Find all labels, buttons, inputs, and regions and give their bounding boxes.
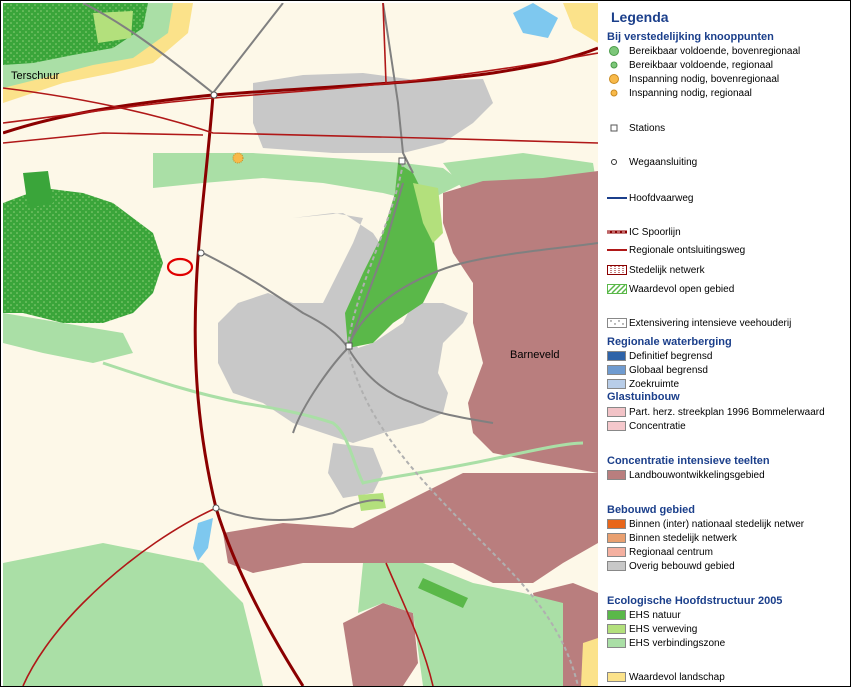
legend-panel: Legenda Bij verstedelijking knooppunten … <box>601 3 850 686</box>
legend-item: Extensivering intensieve veehouderij <box>607 316 791 330</box>
legend-item: Zoekruimte <box>607 377 679 391</box>
landscape-area-south <box>581 638 598 686</box>
waterway-line-icon <box>607 192 629 204</box>
color-swatch <box>607 672 626 682</box>
color-swatch <box>607 470 626 480</box>
color-swatch <box>607 547 626 557</box>
legend-item: Binnen stedelijk netwerk <box>607 531 737 545</box>
legend-item: Bereikbaar voldoende, regionaal <box>607 58 773 72</box>
legend-item: Inspanning nodig, regionaal <box>607 86 752 100</box>
regional-road-line-icon <box>607 244 629 256</box>
legend-item: Stedelijk netwerk <box>607 263 705 277</box>
color-swatch <box>607 407 626 417</box>
map-frame: Terschuur Barneveld Legenda Bij verstede… <box>0 0 851 687</box>
legend-section-waterberging: Regionale waterberging <box>607 336 732 348</box>
color-swatch <box>607 610 626 620</box>
urban-network-hatch-icon <box>607 264 629 276</box>
junction-circle-icon <box>607 156 629 168</box>
legend-item: Hoofdvaarweg <box>607 191 693 205</box>
orange-dot-large-icon <box>607 73 629 85</box>
legend-item: Wegaansluiting <box>607 155 697 169</box>
station-north <box>398 157 406 165</box>
color-swatch <box>607 421 626 431</box>
color-swatch <box>607 351 626 361</box>
color-swatch <box>607 519 626 529</box>
legend-item: Regionale ontsluitingsweg <box>607 243 745 257</box>
legend-item: EHS verbindingszone <box>607 636 725 650</box>
junction-north <box>210 91 218 99</box>
legend-section-teelten: Concentratie intensieve teelten <box>607 455 770 467</box>
legend-item: Waardevol landschap <box>607 670 725 684</box>
legend-item: Bereikbaar voldoende, bovenregionaal <box>607 44 800 58</box>
forest-west-edge <box>23 171 53 208</box>
legend-section-bebouwd: Bebouwd gebied <box>607 504 695 516</box>
legend-item: EHS natuur <box>607 608 681 622</box>
color-swatch <box>607 624 626 634</box>
junction-west <box>197 249 205 257</box>
legend-item: Inspanning nodig, bovenregionaal <box>607 72 779 86</box>
legend-section-ehs: Ecologische Hoofdstructuur 2005 <box>607 595 783 607</box>
place-label-barneveld: Barneveld <box>510 349 560 361</box>
legend-item: IC Spoorlijn <box>607 225 681 239</box>
livestock-dots-icon <box>607 317 629 329</box>
legend-item: Part. herz. streekplan 1996 Bommelerwaar… <box>607 405 825 419</box>
color-swatch <box>607 379 626 389</box>
color-swatch <box>607 638 626 648</box>
legend-item: Definitief begrensd <box>607 349 712 363</box>
knooppunt-inspanning-bovenregionaal <box>232 152 244 164</box>
legend-item: Globaal begrensd <box>607 363 708 377</box>
green-dot-large-icon <box>607 45 629 57</box>
legend-item: Landbouwontwikkelingsgebied <box>607 468 765 482</box>
station-square-icon <box>607 122 629 134</box>
junction-south <box>212 504 220 512</box>
color-swatch <box>607 533 626 543</box>
color-swatch <box>607 365 626 375</box>
open-area-hatch-icon <box>607 283 629 295</box>
color-swatch <box>607 561 626 571</box>
legend-item: Binnen (inter) nationaal stedelijk netwe… <box>607 517 804 531</box>
legend-item: Regionaal centrum <box>607 545 713 559</box>
legend-section-knooppunten: Bij verstedelijking knooppunten <box>607 31 774 43</box>
green-dot-small-icon <box>607 59 629 71</box>
legend-item: Concentratie <box>607 419 686 433</box>
legend-item: Overig bebouwd gebied <box>607 559 735 573</box>
legend-title: Legenda <box>611 9 669 25</box>
map-canvas[interactable]: Terschuur Barneveld <box>3 3 598 686</box>
orange-dot-small-icon <box>607 87 629 99</box>
legend-item: EHS verweving <box>607 622 697 636</box>
legend-item: Stations <box>607 121 665 135</box>
ehs-verweving-nw <box>93 11 133 43</box>
legend-item: Waardevol open gebied <box>607 282 734 296</box>
legend-section-glastuinbouw: Glastuinbouw <box>607 391 680 403</box>
station-barneveld <box>345 342 353 350</box>
place-label-terschuur: Terschuur <box>11 70 60 82</box>
ic-rail-line-icon <box>607 226 629 238</box>
